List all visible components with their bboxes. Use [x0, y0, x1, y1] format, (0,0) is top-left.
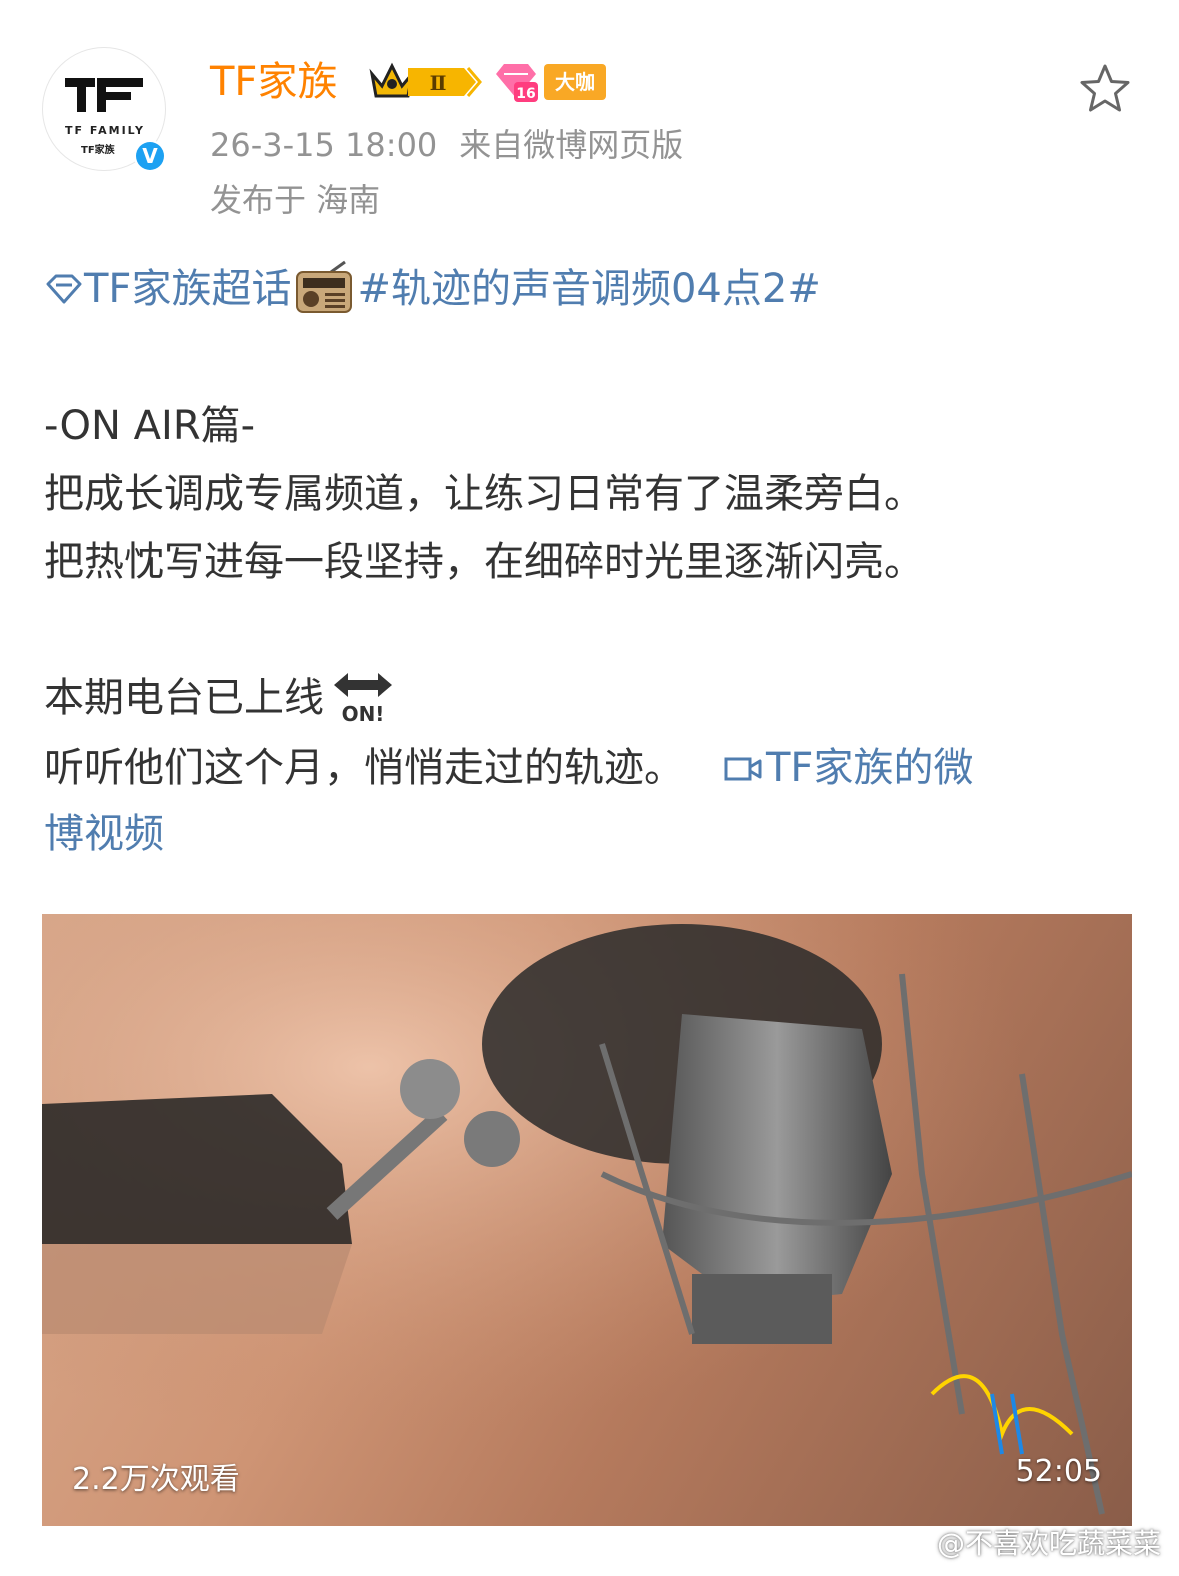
location: 发布于 海南 [210, 181, 381, 219]
avatar-sub-text: TF家族 [81, 145, 115, 156]
svg-text:ON!: ON! [342, 702, 385, 725]
svg-text:Ⅱ: Ⅱ [430, 71, 447, 95]
source: 来自微博网页版 [459, 126, 684, 164]
radio-emoji-icon [296, 260, 353, 313]
video-link-part-1[interactable]: TF家族的微 [766, 745, 973, 791]
video-thumbnail [42, 914, 1132, 1526]
post-text-line-5-text: 听听他们这个月，悄悄走过的轨迹。 [44, 745, 684, 791]
username[interactable]: TF家族 [210, 56, 337, 108]
watermark: @不喜欢吃蔬菜菜 [936, 1527, 1161, 1560]
diamond-badge-icon: 16 [496, 64, 538, 102]
daka-badge: 大咖 [544, 64, 606, 100]
video-link-icon [724, 757, 762, 781]
post-text-line-3: 把热忱写进每一段坚持，在细碎时光里逐渐闪亮。 [44, 539, 924, 585]
post-text-line-4-text: 本期电台已上线 [44, 675, 324, 721]
star-icon[interactable] [1078, 62, 1132, 116]
rank-badge: Ⅱ [408, 67, 482, 97]
post-text-line-1: -ON AIR篇- [44, 403, 256, 449]
super-topic-icon [46, 274, 82, 304]
post-text-line-5: 听听他们这个月，悄悄走过的轨迹。 TF家族的微 [44, 734, 973, 802]
post-meta: 26-3-15 18:00 来自微博网页版 [210, 123, 683, 167]
timestamp: 26-3-15 18:00 [210, 126, 438, 164]
video-duration: 52:05 [1015, 1454, 1102, 1489]
view-count: 2.2万次观看 [72, 1462, 240, 1497]
on-arrow-emoji-icon: ON! [334, 673, 392, 725]
topic-line: TF家族超话 #轨迹的声音调频04点2# [44, 258, 821, 319]
post-text-line-2: 把成长调成专属频道，让练习日常有了温柔旁白。 [44, 471, 924, 517]
avatar-brand-text: TF FAMILY [65, 124, 145, 137]
svg-text:16: 16 [516, 86, 535, 102]
post-text-line-4: 本期电台已上线 ON! [44, 664, 396, 732]
verified-icon: V [134, 140, 166, 172]
hashtag-link[interactable]: #轨迹的声音调频04点2# [357, 266, 820, 312]
super-topic-link[interactable]: TF家族超话 [84, 266, 291, 312]
video-link-part-2[interactable]: 博视频 [44, 800, 164, 868]
video-player[interactable]: 2.2万次观看 52:05 [42, 914, 1132, 1526]
